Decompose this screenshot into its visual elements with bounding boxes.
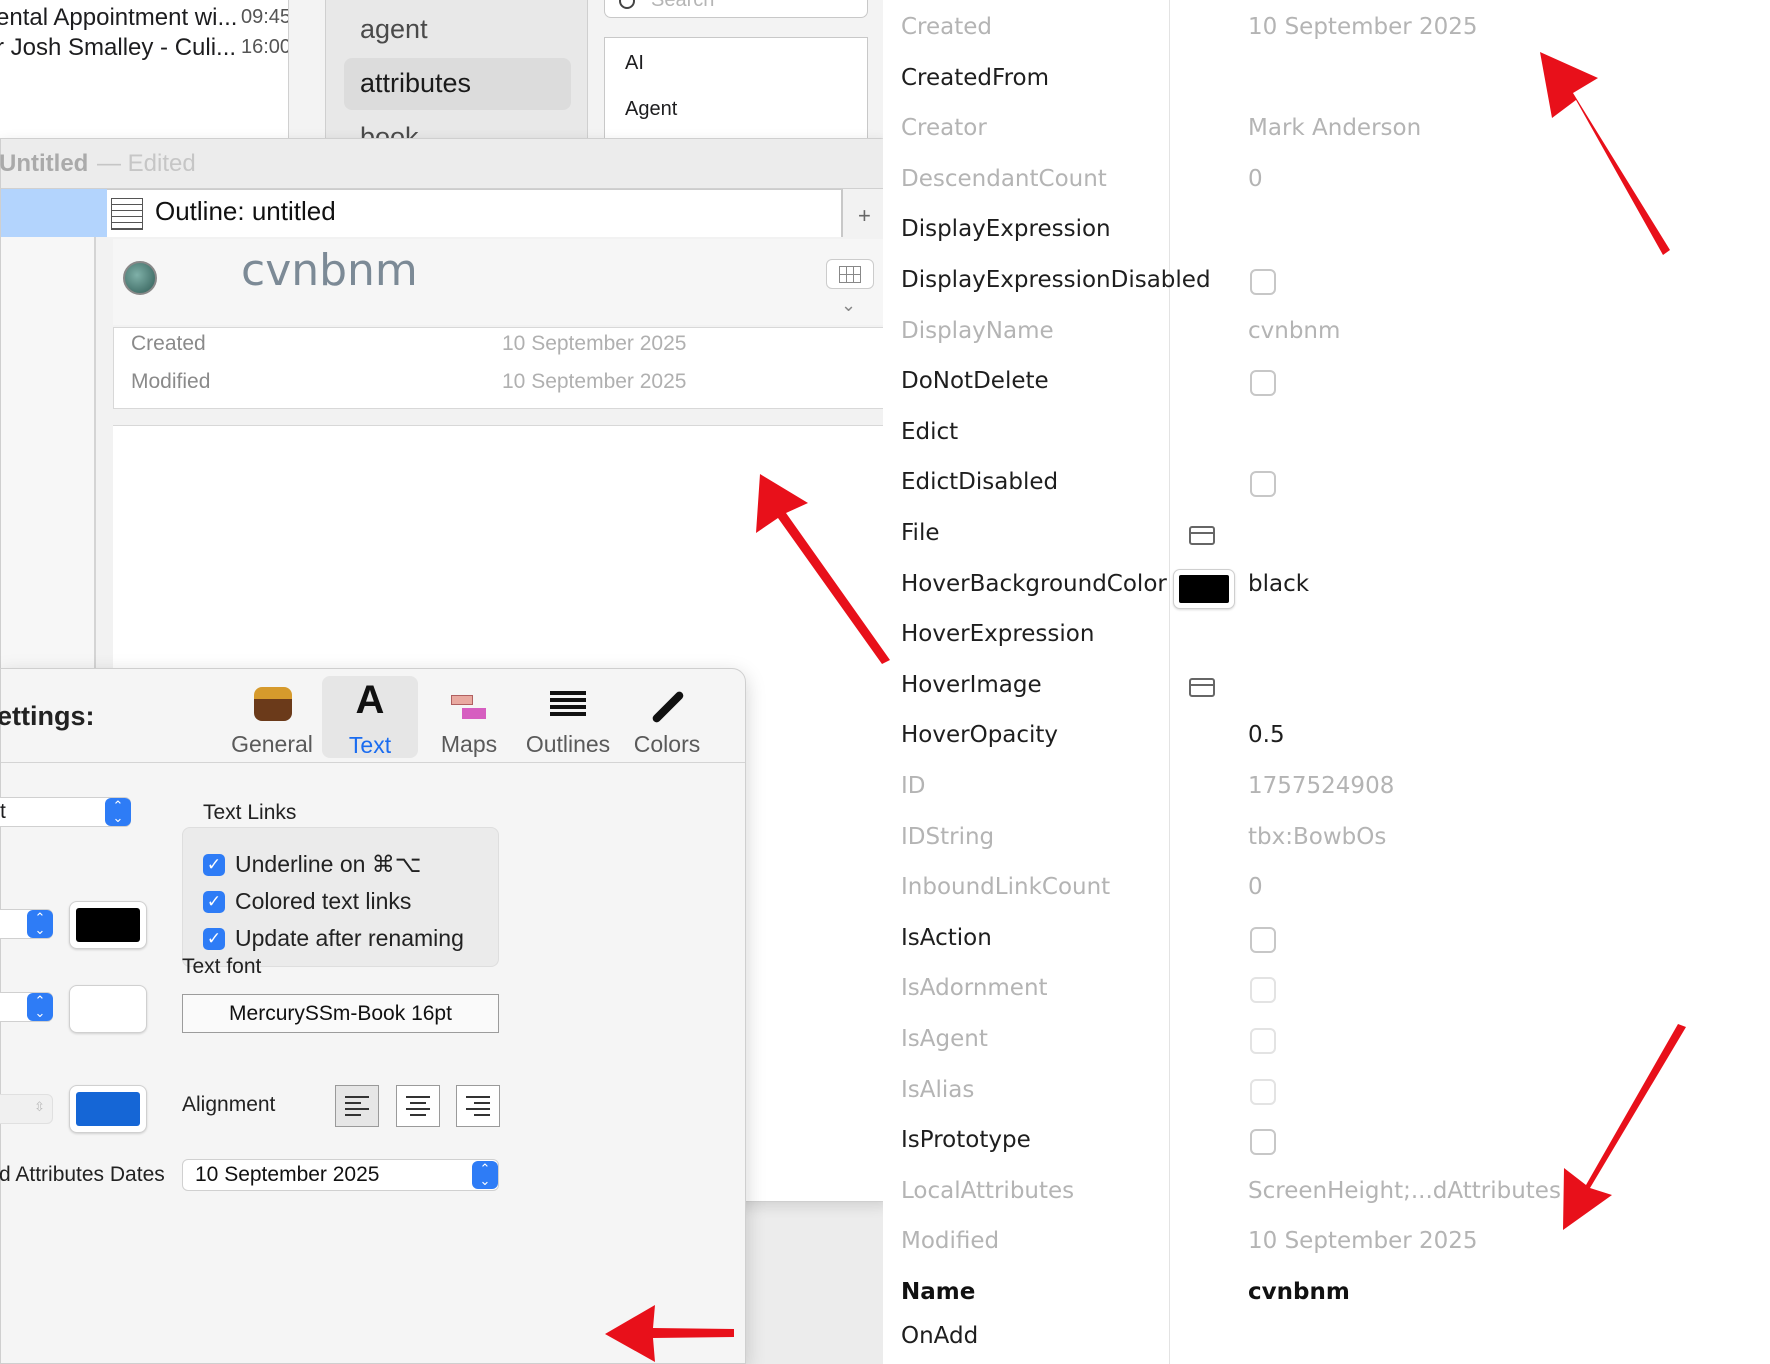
annotation-arrows: [605, 52, 1686, 1362]
arrow-top-right: [1540, 52, 1670, 255]
arrow-middle: [756, 474, 890, 664]
arrow-bottom-left: [605, 1305, 734, 1362]
arrow-bottom-right: [1563, 1024, 1686, 1230]
